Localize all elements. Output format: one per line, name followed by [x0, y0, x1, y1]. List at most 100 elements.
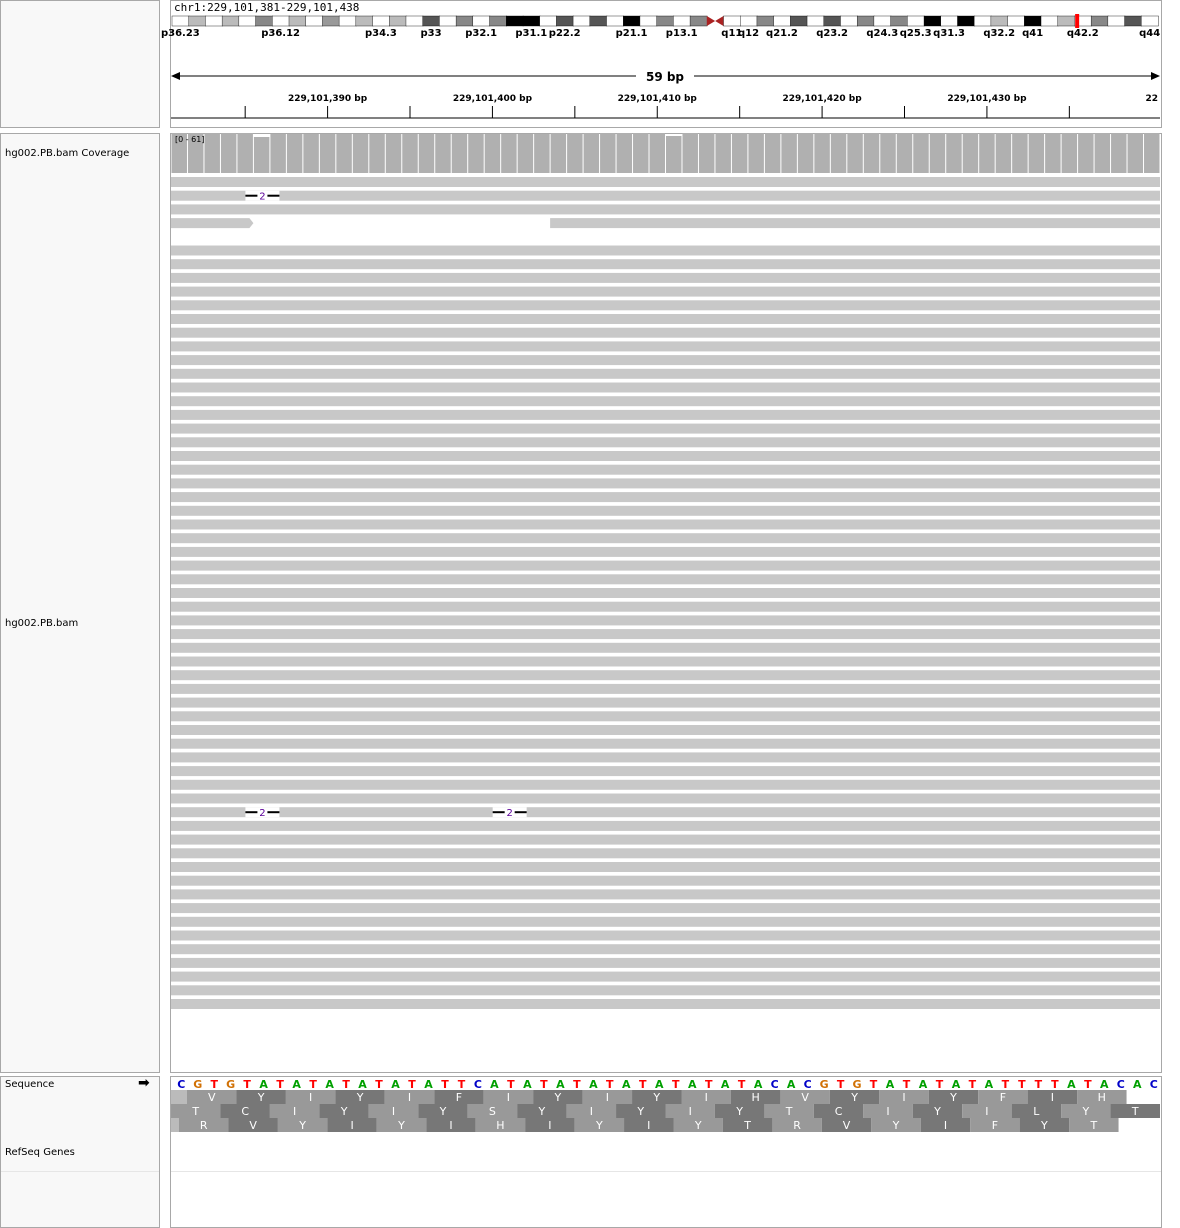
amino-acid-label: I	[350, 1119, 353, 1132]
amino-acid-label: Y	[340, 1105, 348, 1118]
sequence-base: T	[969, 1078, 977, 1091]
sequence-base: T	[458, 1078, 466, 1091]
sequence-base: T	[705, 1078, 713, 1091]
amino-acid-label: F	[1000, 1091, 1006, 1104]
amino-acid-label: T	[785, 1105, 793, 1118]
sequence-base: A	[1133, 1078, 1142, 1091]
sequence-base: T	[870, 1078, 878, 1091]
sequence-track[interactable]: CGTGTATATATATATATTCATATATATATATATATACACG…	[0, 0, 1180, 1228]
amino-acid-box	[171, 1090, 187, 1104]
sequence-base: G	[193, 1078, 202, 1091]
amino-acid-label: Y	[1040, 1119, 1048, 1132]
amino-acid-label: V	[843, 1119, 851, 1132]
sequence-base: T	[837, 1078, 845, 1091]
amino-acid-label: I	[689, 1105, 692, 1118]
sequence-base: G	[820, 1078, 829, 1091]
sequence-base: A	[556, 1078, 565, 1091]
sequence-base: C	[1117, 1078, 1125, 1091]
amino-acid-label: Y	[298, 1119, 306, 1132]
amino-acid-box	[171, 1118, 179, 1132]
sequence-base: A	[391, 1078, 400, 1091]
sequence-base: C	[177, 1078, 185, 1091]
sequence-base: A	[919, 1078, 928, 1091]
amino-acid-label: Y	[439, 1105, 447, 1118]
amino-acid-label: I	[449, 1119, 452, 1132]
sequence-base: T	[936, 1078, 944, 1091]
sequence-base: A	[985, 1078, 994, 1091]
sequence-base: A	[721, 1078, 730, 1091]
amino-acid-label: L	[1033, 1105, 1040, 1118]
sequence-base: C	[804, 1078, 812, 1091]
amino-acid-label: V	[208, 1091, 216, 1104]
sequence-base: A	[424, 1078, 433, 1091]
sequence-base: A	[688, 1078, 697, 1091]
amino-acid-label: I	[902, 1091, 905, 1104]
amino-acid-label: I	[309, 1091, 312, 1104]
amino-acid-label: Y	[694, 1119, 702, 1132]
amino-acid-label: H	[1098, 1091, 1106, 1104]
sequence-base: T	[573, 1078, 581, 1091]
sequence-base: T	[1002, 1078, 1010, 1091]
sequence-base: A	[1067, 1078, 1076, 1091]
amino-acid-label: Y	[949, 1091, 957, 1104]
sequence-base: T	[1035, 1078, 1043, 1091]
sequence-base: T	[441, 1078, 449, 1091]
sequence-base: T	[243, 1078, 251, 1091]
amino-acid-label: C	[241, 1105, 249, 1118]
sequence-base: A	[754, 1078, 763, 1091]
sequence-base: A	[952, 1078, 961, 1091]
sequence-base: T	[276, 1078, 284, 1091]
amino-acid-label: I	[392, 1105, 395, 1118]
amino-acid-label: I	[647, 1119, 650, 1132]
amino-acid-label: Y	[356, 1091, 364, 1104]
sequence-base: T	[738, 1078, 746, 1091]
sequence-base: T	[309, 1078, 317, 1091]
sequence-base: C	[1150, 1078, 1158, 1091]
amino-acid-label: Y	[735, 1105, 743, 1118]
sequence-base: A	[523, 1078, 532, 1091]
sequence-base: T	[540, 1078, 548, 1091]
amino-acid-label: I	[293, 1105, 296, 1118]
amino-acid-label: Y	[257, 1091, 265, 1104]
amino-acid-label: Y	[595, 1119, 603, 1132]
sequence-base: A	[259, 1078, 268, 1091]
amino-acid-label: Y	[850, 1091, 858, 1104]
amino-acid-label: V	[249, 1119, 257, 1132]
amino-acid-label: I	[606, 1091, 609, 1104]
sequence-base: T	[210, 1078, 218, 1091]
sequence-base: A	[292, 1078, 301, 1091]
sequence-base: T	[606, 1078, 614, 1091]
amino-acid-label: Y	[554, 1091, 562, 1104]
sequence-base: C	[771, 1078, 779, 1091]
sequence-base: A	[490, 1078, 499, 1091]
sequence-base: T	[507, 1078, 515, 1091]
amino-acid-label: F	[456, 1091, 462, 1104]
sequence-base: A	[622, 1078, 631, 1091]
sequence-base: C	[474, 1078, 482, 1091]
amino-acid-label: T	[743, 1119, 751, 1132]
sequence-base: A	[358, 1078, 367, 1091]
sequence-base: T	[1051, 1078, 1059, 1091]
amino-acid-label: I	[886, 1105, 889, 1118]
sequence-base: T	[639, 1078, 647, 1091]
sequence-base: T	[672, 1078, 680, 1091]
amino-acid-label: T	[1089, 1119, 1097, 1132]
amino-acid-label: I	[705, 1091, 708, 1104]
sequence-base: T	[1018, 1078, 1026, 1091]
sequence-base: A	[787, 1078, 796, 1091]
sequence-base: G	[853, 1078, 862, 1091]
amino-acid-label: I	[985, 1105, 988, 1118]
amino-acid-label: I	[1051, 1091, 1054, 1104]
amino-acid-label: C	[835, 1105, 843, 1118]
sequence-base: T	[408, 1078, 416, 1091]
amino-acid-label: T	[1131, 1105, 1139, 1118]
amino-acid-label: Y	[933, 1105, 941, 1118]
sequence-base: G	[226, 1078, 235, 1091]
amino-acid-label: I	[944, 1119, 947, 1132]
amino-acid-label: I	[408, 1091, 411, 1104]
sequence-base: A	[1100, 1078, 1109, 1091]
amino-acid-label: S	[489, 1105, 496, 1118]
amino-acid-label: R	[200, 1119, 208, 1132]
sequence-base: T	[342, 1078, 350, 1091]
amino-acid-label: I	[590, 1105, 593, 1118]
